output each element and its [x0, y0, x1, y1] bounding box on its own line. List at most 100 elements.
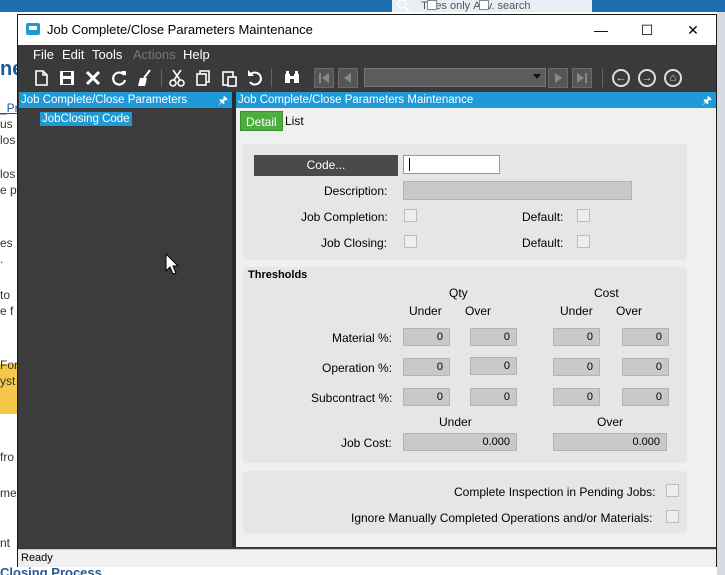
next-record-button[interactable] — [548, 68, 568, 88]
cost-header: Cost — [594, 286, 619, 300]
undo-icon[interactable] — [245, 68, 265, 88]
qty-over-header: Over — [465, 304, 492, 318]
save-icon[interactable] — [57, 68, 77, 88]
job-closing-default-checkbox[interactable] — [577, 235, 590, 248]
detail-panel: Job Complete/Close Parameters Maintenanc… — [236, 92, 716, 547]
menu-tools[interactable]: Tools — [92, 47, 122, 62]
next-icon — [555, 73, 562, 83]
refresh-icon[interactable] — [109, 68, 129, 88]
menu-actions[interactable]: Actions — [133, 47, 176, 62]
subcontract-label: Subcontract %: — [311, 391, 393, 405]
previous-icon — [344, 73, 351, 83]
job-completion-default-checkbox[interactable] — [577, 209, 590, 222]
bg-fragment: e p — [0, 183, 17, 197]
subcontract-qty-over-field[interactable]: 0 — [470, 388, 517, 406]
pin-icon[interactable]: 🖈 — [702, 93, 712, 109]
minimize-button[interactable]: — — [578, 15, 624, 45]
menu-help[interactable]: Help — [183, 47, 210, 62]
detail-panel-title: Job Complete/Close Parameters Maintenanc… — [238, 94, 474, 106]
background-header — [0, 0, 725, 12]
tree-item-job-closing-code[interactable]: JobClosing Code — [40, 112, 132, 126]
background-right-edge — [717, 12, 725, 575]
menu-file[interactable]: File — [33, 47, 54, 62]
material-cost-over-field[interactable]: 0 — [622, 328, 669, 346]
bg-fragment: . — [0, 252, 4, 266]
job-cost-label: Job Cost: — [341, 436, 392, 450]
ignore-manual-checkbox[interactable] — [666, 510, 679, 523]
qty-header: Qty — [449, 286, 468, 300]
bg-fragment: _Pr — [0, 101, 18, 115]
subcontract-cost-over-field[interactable]: 0 — [622, 388, 669, 406]
new-icon[interactable] — [31, 68, 51, 88]
record-navigation-combo[interactable] — [364, 68, 546, 87]
mouse-pointer-icon — [165, 253, 179, 275]
job-cost-under-field[interactable]: 0.000 — [403, 433, 517, 451]
material-qty-over-field[interactable]: 0 — [470, 328, 517, 346]
ignore-manual-label: Ignore Manually Completed Operations and… — [351, 511, 653, 525]
back-icon[interactable]: ← — [612, 69, 630, 87]
complete-inspection-checkbox[interactable] — [666, 484, 679, 497]
material-cost-under-field[interactable]: 0 — [553, 328, 600, 346]
code-lookup-button[interactable]: Code... — [254, 155, 398, 176]
last-icon — [577, 73, 587, 83]
background-search-icon[interactable] — [396, 0, 410, 12]
search-icon[interactable] — [282, 68, 302, 88]
adv-search-checkbox[interactable] — [479, 0, 490, 10]
delete-icon[interactable] — [83, 68, 103, 88]
detail-panel-header: Job Complete/Close Parameters Maintenanc… — [236, 92, 716, 108]
pin-icon[interactable]: 🖈 — [218, 93, 228, 109]
qty-under-header: Under — [409, 304, 442, 318]
copy-icon[interactable] — [193, 68, 213, 88]
bg-fragment: me — [0, 486, 17, 500]
job-completion-label: Job Completion: — [301, 210, 388, 224]
description-field[interactable] — [403, 181, 632, 200]
code-input[interactable] — [403, 155, 500, 174]
subcontract-qty-under-field[interactable]: 0 — [403, 388, 450, 406]
previous-record-button[interactable] — [338, 68, 358, 88]
operation-cost-over-field[interactable]: 0 — [622, 358, 669, 376]
title-bar[interactable]: Job Complete/Close Parameters Maintenanc… — [18, 15, 716, 45]
job-cost-over-header: Over — [597, 415, 624, 429]
code-group: Code... Description: Job Completion: Def… — [243, 144, 687, 260]
home-icon[interactable]: ⌂ — [664, 69, 682, 87]
bg-fragment: fro — [0, 450, 15, 464]
tab-detail[interactable]: Detail — [240, 111, 283, 131]
tab-list[interactable]: List — [280, 111, 309, 131]
job-closing-default-label: Default: — [522, 236, 564, 250]
paste-icon[interactable] — [219, 68, 239, 88]
job-closing-checkbox[interactable] — [404, 235, 417, 248]
description-label: Description: — [324, 184, 388, 198]
menu-bar: File Edit Tools Actions Help — [18, 45, 716, 65]
first-record-button[interactable] — [314, 68, 334, 88]
window-title: Job Complete/Close Parameters Maintenanc… — [47, 22, 313, 37]
job-completion-checkbox[interactable] — [404, 209, 417, 222]
material-qty-under-field[interactable]: 0 — [403, 328, 450, 346]
bg-fragment: los — [0, 133, 16, 147]
titles-only-checkbox[interactable] — [427, 0, 438, 10]
close-button[interactable]: ✕ — [670, 15, 716, 45]
operation-qty-over-field[interactable]: 0 — [470, 357, 517, 375]
bg-fragment: to — [0, 288, 11, 302]
toolbar-separator — [161, 69, 162, 87]
tree-panel-title: Job Complete/Close Parameters — [21, 94, 188, 106]
last-record-button[interactable] — [572, 68, 592, 88]
job-completion-default-label: Default: — [522, 210, 564, 224]
job-cost-under-header: Under — [439, 415, 472, 429]
operation-qty-under-field[interactable]: 0 — [403, 358, 450, 376]
operation-cost-under-field[interactable]: 0 — [553, 358, 600, 376]
app-window: Job Complete/Close Parameters Maintenanc… — [17, 14, 717, 567]
subcontract-cost-under-field[interactable]: 0 — [553, 388, 600, 406]
bg-fragment: es — [0, 236, 13, 250]
job-cost-over-field[interactable]: 0.000 — [553, 433, 667, 451]
app-icon — [26, 23, 40, 35]
status-text: Ready — [21, 552, 53, 564]
toolbar-separator — [271, 69, 272, 87]
options-group: Complete Inspection in Pending Jobs: Ign… — [243, 471, 687, 533]
forward-icon[interactable]: → — [638, 69, 656, 87]
job-closing-label: Job Closing: — [321, 236, 388, 250]
cut-icon[interactable] — [167, 68, 187, 88]
clear-icon[interactable] — [135, 68, 155, 88]
bg-fragment: e f — [0, 304, 14, 318]
menu-edit[interactable]: Edit — [62, 47, 84, 62]
maximize-button[interactable]: ☐ — [624, 15, 670, 45]
